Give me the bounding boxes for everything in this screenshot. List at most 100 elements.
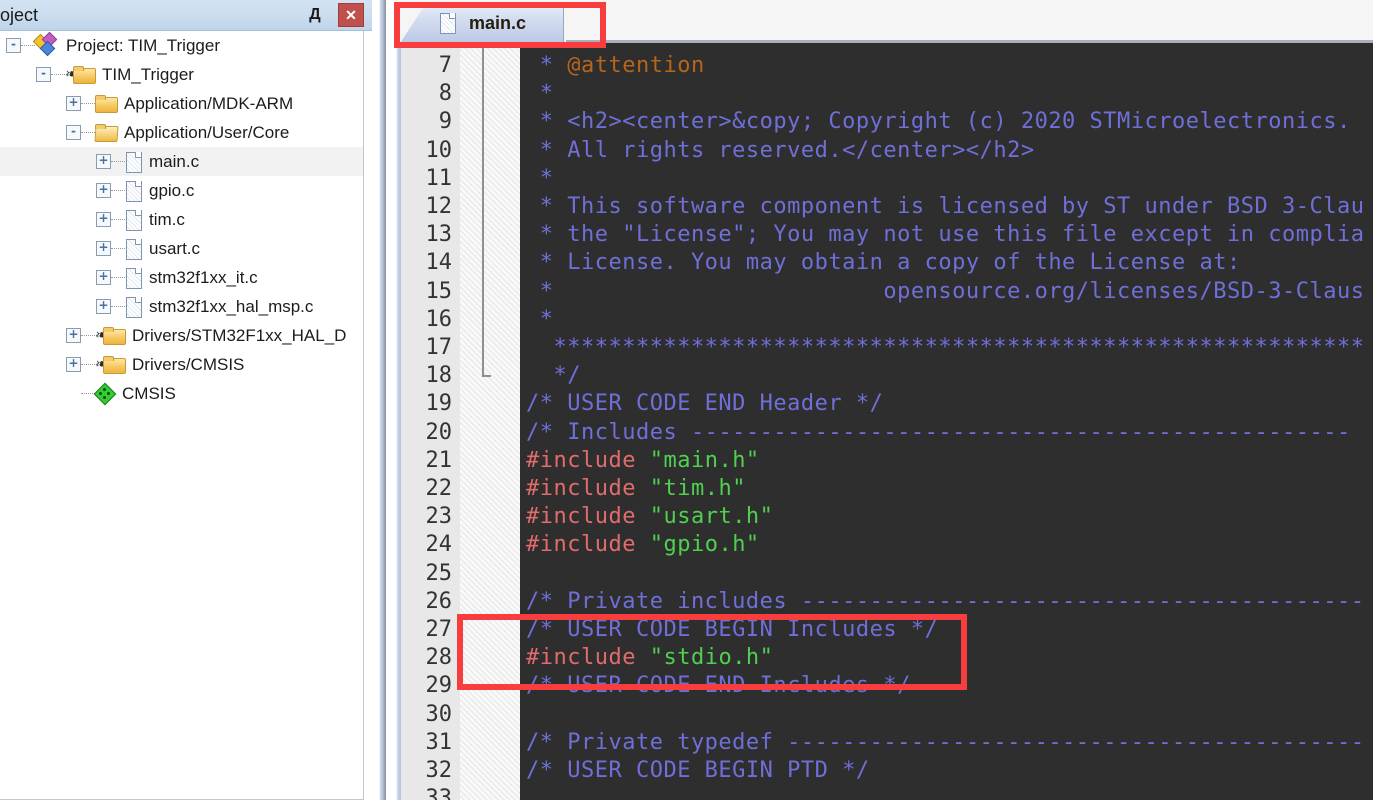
- tree-item-stm32f1xx-hal-msp-c[interactable]: + stm32f1xx_hal_msp.c: [0, 292, 363, 321]
- tree-connector: [51, 74, 65, 75]
- code-token: #include: [526, 645, 650, 671]
- tree-item-label: Application/MDK-ARM: [124, 93, 294, 113]
- tab-label: main.c: [469, 12, 527, 33]
- fold-bracket-icon[interactable]: [482, 43, 491, 377]
- editor-tabstrip: main.c: [396, 0, 1373, 43]
- code-line[interactable]: * the "License"; You may not use this fi…: [526, 221, 1364, 249]
- tree-item-cmsis[interactable]: CMSIS: [0, 379, 363, 408]
- project-tree[interactable]: - Project: TIM_Trigger - ❧ TIM_Trigger + Appli…: [0, 31, 364, 800]
- tree-item-tim-trigger[interactable]: - ❧ TIM_Trigger: [0, 60, 363, 89]
- tree-item-label: Drivers/CMSIS: [132, 354, 245, 374]
- tree-connector: [111, 306, 125, 307]
- code-token: /* Private includes --------------------…: [526, 588, 1365, 614]
- expand-icon[interactable]: +: [96, 183, 111, 198]
- code-line[interactable]: #include "tim.h": [526, 475, 746, 503]
- line-number: 19: [425, 391, 453, 417]
- line-number: 10: [425, 137, 453, 163]
- code-line[interactable]: * opensource.org/licenses/BSD-3-Claus: [526, 278, 1364, 306]
- line-number: 14: [425, 250, 453, 276]
- code-token: /* USER CODE END Includes */: [526, 673, 911, 699]
- tree-item-application-mdk-arm[interactable]: + Application/MDK-ARM: [0, 89, 363, 118]
- line-number: 12: [425, 194, 453, 219]
- tree-item-drivers-stm32f1xx-hal-d[interactable]: + ❧ Drivers/STM32F1xx_HAL_D: [0, 321, 363, 350]
- tree-item-label: Drivers/STM32F1xx_HAL_D: [132, 325, 347, 345]
- pin-icon[interactable]: Д: [304, 4, 326, 26]
- green-diamond-icon: [95, 384, 115, 404]
- expand-icon[interactable]: +: [96, 241, 111, 256]
- project-panel: oject Д ✕ - Project: TIM_Trigger - ❧ TIM_Tri…: [0, 0, 372, 800]
- editor-area: main.c 7 8 9 10 11 12 13 14 15 16 17 18 19 20 21 22 23 24…: [396, 0, 1373, 800]
- tree-item-project-tim-trigger[interactable]: - Project: TIM_Trigger: [0, 31, 363, 60]
- code-line[interactable]: #include "stdio.h": [526, 644, 773, 672]
- file-icon: [125, 151, 142, 173]
- code-line[interactable]: /* Private includes --------------------…: [526, 588, 1364, 616]
- code-line[interactable]: *: [526, 306, 554, 334]
- expand-icon[interactable]: +: [96, 270, 111, 285]
- code-line[interactable]: *: [526, 80, 554, 108]
- line-number: 23: [425, 504, 453, 530]
- line-number: 31: [425, 729, 453, 755]
- collapse-icon[interactable]: -: [6, 38, 21, 53]
- line-number: 32: [425, 758, 453, 783]
- tree-item-gpio-c[interactable]: + gpio.c: [0, 176, 363, 205]
- code-line[interactable]: #include "main.h": [526, 447, 760, 475]
- line-number: 33: [425, 786, 453, 800]
- tree-item-usart-c[interactable]: + usart.c: [0, 234, 363, 263]
- code-token: */: [526, 363, 581, 389]
- expand-icon[interactable]: +: [66, 357, 81, 372]
- code-editor[interactable]: 7 8 9 10 11 12 13 14 15 16 17 18 19 20 21 22 23 24 25 26 27 2…: [396, 43, 1373, 800]
- tree-connector: [21, 45, 35, 46]
- close-icon[interactable]: ✕: [338, 3, 364, 27]
- tree-item-main-c[interactable]: + main.c: [0, 147, 363, 176]
- code-line[interactable]: * This software component is licensed by…: [526, 193, 1364, 221]
- splitter-bar[interactable]: [379, 0, 386, 800]
- code-line[interactable]: /* USER CODE BEGIN Includes */: [526, 616, 938, 644]
- code-line[interactable]: /* USER CODE BEGIN PTD */: [526, 757, 870, 785]
- code-token: * the "License"; You may not use this fi…: [526, 222, 1365, 248]
- tree-item-label: main.c: [149, 151, 200, 171]
- code-line[interactable]: * <h2><center>&copy; Copyright (c) 2020 …: [526, 108, 1351, 136]
- tree-item-tim-c[interactable]: + tim.c: [0, 205, 363, 234]
- line-number: 17: [425, 335, 453, 360]
- expand-icon[interactable]: +: [96, 212, 111, 227]
- code-line[interactable]: /* USER CODE END Header */: [526, 390, 883, 418]
- code-line[interactable]: */: [526, 362, 581, 390]
- collapse-icon[interactable]: -: [66, 125, 81, 140]
- tree-item-label: Application/User/Core: [124, 122, 290, 142]
- line-number: 20: [425, 419, 453, 445]
- file-icon: [125, 267, 142, 289]
- code-line[interactable]: *: [526, 165, 554, 193]
- tree-item-application-user-core[interactable]: - Application/User/Core: [0, 118, 363, 147]
- code-line[interactable]: * @attention: [526, 52, 705, 80]
- expand-icon[interactable]: +: [66, 96, 81, 111]
- panel-editor-splitter[interactable]: [372, 0, 396, 800]
- gutter-left-edge: [396, 43, 401, 800]
- code-token: /* Includes ----------------------------…: [526, 419, 1351, 445]
- code-line[interactable]: * All rights reserved.</center></h2>: [526, 137, 1035, 165]
- expand-icon[interactable]: +: [66, 328, 81, 343]
- code-token: /* USER CODE END Header */: [526, 391, 884, 417]
- line-number: 25: [425, 560, 453, 586]
- folder-icon: [95, 95, 118, 113]
- code-line[interactable]: /* Private typedef ---------------------…: [526, 729, 1364, 757]
- code-token: "gpio.h": [649, 532, 760, 558]
- expand-icon[interactable]: +: [96, 299, 111, 314]
- tree-item-stm32f1xx-it-c[interactable]: + stm32f1xx_it.c: [0, 263, 363, 292]
- tree-item-drivers-cmsis[interactable]: + ❧ Drivers/CMSIS: [0, 350, 363, 379]
- tab-main-c[interactable]: main.c: [400, 2, 564, 43]
- code-line[interactable]: ****************************************…: [526, 334, 1364, 362]
- code-line[interactable]: /* Includes ----------------------------…: [526, 419, 1351, 447]
- expand-icon[interactable]: +: [96, 154, 111, 169]
- code-token: * This software component is licensed by…: [526, 194, 1365, 219]
- code-text[interactable]: * @attention * * <h2><center>&copy; Copy…: [520, 43, 1373, 800]
- code-token: ****************************************…: [526, 335, 1365, 360]
- code-folding-margin[interactable]: [460, 43, 520, 800]
- code-line[interactable]: * License. You may obtain a copy of the …: [526, 249, 1241, 277]
- tree-connector: [111, 219, 125, 220]
- code-line[interactable]: /* USER CODE END Includes */: [526, 672, 911, 700]
- code-line[interactable]: #include "gpio.h": [526, 531, 760, 559]
- collapse-icon[interactable]: -: [36, 67, 51, 82]
- line-number-gutter: 7 8 9 10 11 12 13 14 15 16 17 18 19 20 21 22 23 24 25 26 27 2…: [396, 43, 460, 800]
- code-line[interactable]: #include "usart.h": [526, 503, 773, 531]
- tree-item-label: stm32f1xx_it.c: [149, 267, 258, 287]
